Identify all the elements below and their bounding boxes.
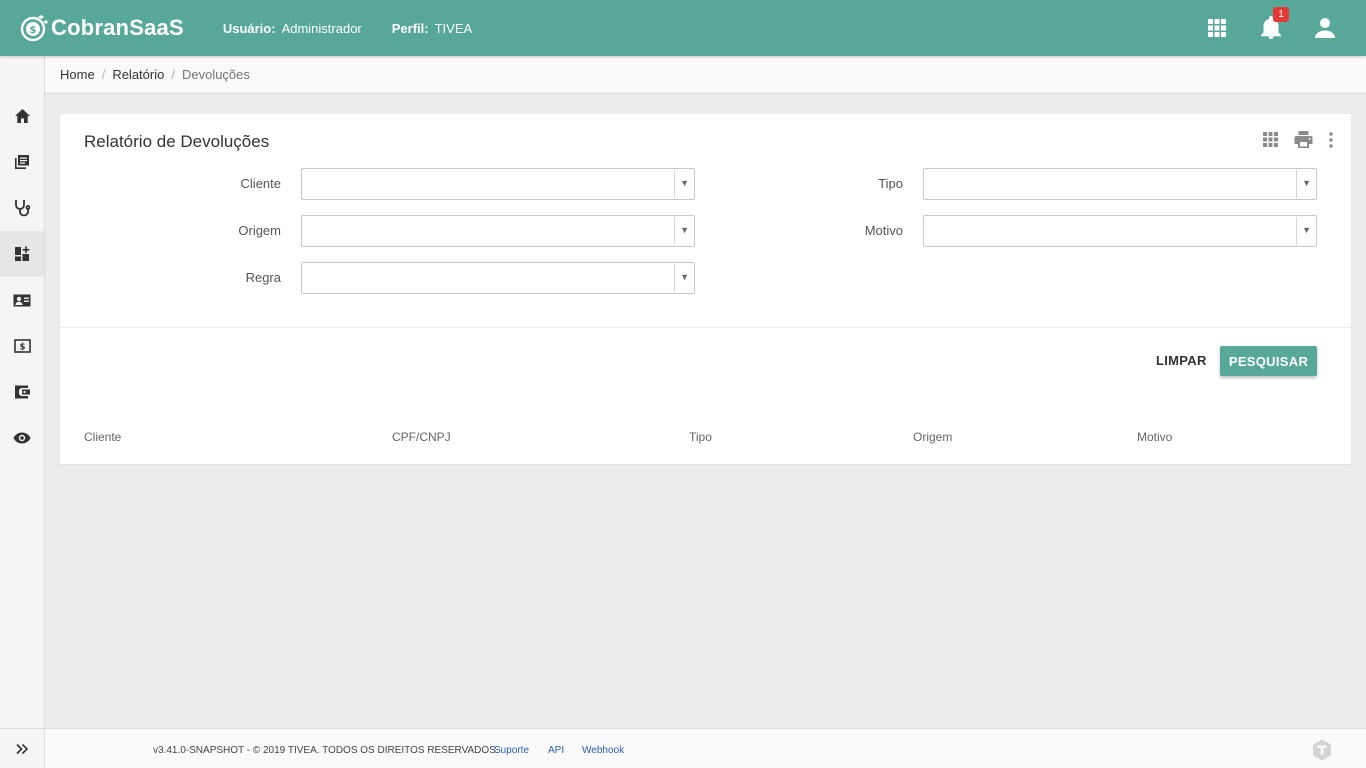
tivea-logo-icon [1313,739,1331,761]
sidebar-expand-button[interactable] [0,728,44,768]
notifications-button[interactable]: 1 [1244,0,1298,56]
brand[interactable]: $ CobranSaaS [19,13,184,43]
eye-icon [13,432,31,444]
report-card: Relatório de Devoluções Cliente ▼ Tipo ▼… [60,114,1351,464]
regra-select[interactable]: ▼ [301,262,695,294]
breadcrumb-home[interactable]: Home [60,67,95,82]
tipo-select[interactable]: ▼ [923,168,1317,200]
sidebar-item-library[interactable] [0,139,44,185]
account-icon [1315,18,1335,38]
cliente-select[interactable]: ▼ [301,168,695,200]
clear-button[interactable]: LIMPAR [1148,346,1215,376]
column-header-tipo[interactable]: Tipo [689,430,712,444]
brand-logo-icon: $ [20,15,48,42]
chevron-double-right-icon [16,743,29,754]
column-header-motivo[interactable]: Motivo [1137,430,1172,444]
footer-link-suporte[interactable]: Suporte [494,745,529,756]
wallet-icon [14,385,30,399]
apps-button[interactable] [1190,0,1244,56]
footer-link-webhook[interactable]: Webhook [582,745,624,756]
chevron-down-icon: ▼ [1302,225,1311,235]
library-books-icon [15,155,29,169]
select-divider [1296,217,1297,245]
sidebar-item-monitor[interactable] [0,415,44,461]
money-icon: $ [13,339,31,353]
sidebar-item-contacts[interactable] [0,277,44,323]
footer-copyright: v3.41.0-SNAPSHOT - © 2019 TIVEA. TODOS O… [153,745,499,756]
print-button[interactable] [1294,131,1313,148]
user-value: Administrador [281,20,362,36]
grid-icon [1263,132,1278,147]
motivo-label: Motivo [864,223,903,238]
card-tools [1247,131,1333,148]
home-icon [14,109,30,123]
select-divider [1296,170,1297,198]
column-header-cpf-cnpj[interactable]: CPF/CNPJ [392,430,451,444]
notification-badge: 1 [1273,7,1289,22]
origem-select[interactable]: ▼ [301,215,695,247]
breadcrumb-separator: / [101,67,106,82]
footer: v3.41.0-SNAPSHOT - © 2019 TIVEA. TODOS O… [45,728,1366,768]
search-button[interactable]: PESQUISAR [1220,346,1317,376]
sidebar-item-billing[interactable]: $ [0,323,44,369]
sidebar-item-wallet[interactable] [0,369,44,415]
sidebar-item-home[interactable] [0,93,44,139]
breadcrumb-separator: / [171,67,175,82]
select-divider [674,217,675,245]
origem-label: Origem [238,223,281,238]
motivo-select[interactable]: ▼ [923,215,1317,247]
user-info: Usuário: Administrador Perfil: TIVEA [223,21,502,36]
stethoscope-icon [15,200,30,217]
dashboard-plus-icon [15,246,30,261]
svg-text:$: $ [30,25,37,36]
svg-text:$: $ [19,343,25,353]
breadcrumb-relatorio[interactable]: Relatório [112,67,164,82]
sidebar-item-health[interactable] [0,185,44,231]
more-options-button[interactable] [1329,131,1333,148]
chevron-down-icon: ▼ [680,225,689,235]
more-vertical-icon [1329,131,1333,148]
top-actions: 1 [1190,0,1366,56]
profile-label: Perfil: [391,20,429,36]
profile-value: TIVEA [434,20,473,36]
account-button[interactable] [1298,0,1352,56]
app-name: CobranSaaS [51,15,184,40]
print-icon [1294,131,1313,148]
tipo-label: Tipo [878,176,903,191]
chevron-down-icon: ▼ [1302,178,1311,188]
breadcrumb: Home / Relatório / Devoluções [45,56,1366,94]
regra-label: Regra [245,270,281,285]
chevron-down-icon: ▼ [680,178,689,188]
chevron-down-icon: ▼ [680,272,689,282]
page-title: Relatório de Devoluções [84,132,270,151]
select-divider [674,170,675,198]
card-divider [60,327,1351,328]
top-app-bar: $ CobranSaaS Usuário: Administrador Perf… [0,0,1366,56]
sidebar-item-reports[interactable] [0,231,44,277]
apps-icon [1208,19,1226,37]
contact-card-icon [13,294,31,306]
cliente-label: Cliente [240,176,281,191]
user-label: Usuário: [222,20,276,36]
footer-link-api[interactable]: API [548,745,564,756]
column-header-origem[interactable]: Origem [913,430,952,444]
column-header-cliente[interactable]: Cliente [84,430,121,444]
columns-button[interactable] [1263,132,1278,147]
sidebar: $ [0,56,45,768]
breadcrumb-current: Devoluções [181,67,250,82]
select-divider [674,264,675,292]
